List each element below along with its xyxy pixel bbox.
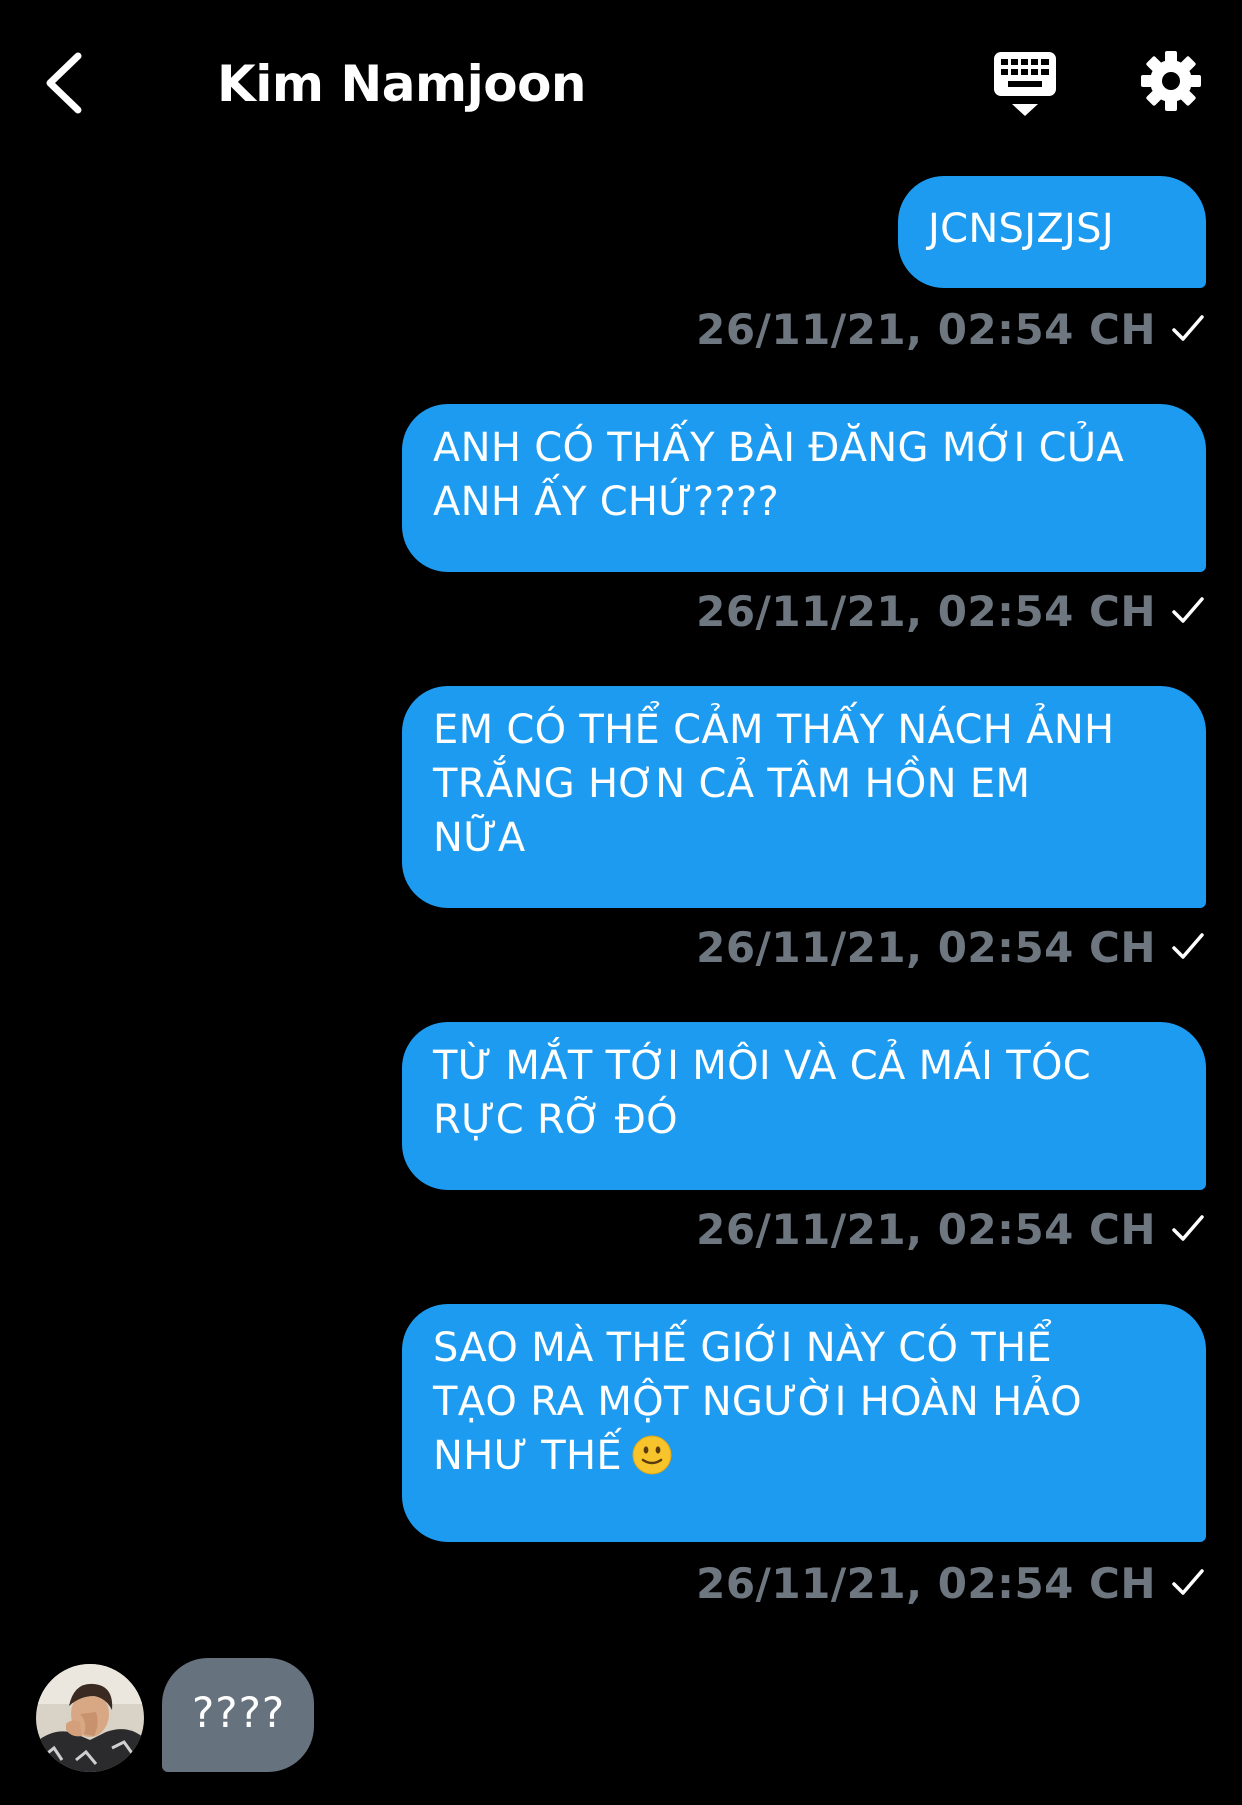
message-timestamp: 26/11/21, 02:54 CH xyxy=(696,1558,1156,1608)
chat-header: Kim Namjoon xyxy=(0,0,1242,160)
message-bubble-outgoing[interactable]: SAO MÀ THẾ GIỚI NÀY CÓ THỂ TẠO RA MỘT NG… xyxy=(402,1304,1206,1542)
message-timestamp: 26/11/21, 02:54 CH xyxy=(696,922,1156,972)
avatar[interactable] xyxy=(36,1664,144,1772)
message-bubble-outgoing[interactable]: JCNSJZJSJ xyxy=(898,176,1206,288)
message-meta: 26/11/21, 02:54 CH xyxy=(696,922,1206,972)
message-bubble-incoming[interactable]: ???? xyxy=(162,1658,314,1772)
checkmark-icon xyxy=(1172,597,1204,623)
message-timestamp: 26/11/21, 02:54 CH xyxy=(696,1204,1156,1254)
message-timestamp: 26/11/21, 02:54 CH xyxy=(696,586,1156,636)
keyboard-icon xyxy=(994,52,1056,116)
keyboard-button[interactable] xyxy=(992,50,1058,120)
checkmark-icon xyxy=(1172,1215,1204,1241)
message-bubble-outgoing[interactable]: ANH CÓ THẤY BÀI ĐĂNG MỚI CỦA ANH ẤY CHỨ?… xyxy=(402,404,1206,572)
chevron-left-icon xyxy=(46,52,82,114)
message-meta: 26/11/21, 02:54 CH xyxy=(696,304,1206,354)
message-text: SAO MÀ THẾ GIỚI NÀY CÓ THỂ TẠO RA MỘT NG… xyxy=(433,1325,1082,1479)
message-meta: 26/11/21, 02:54 CH xyxy=(696,586,1206,636)
message-timestamp: 26/11/21, 02:54 CH xyxy=(696,304,1156,354)
checkmark-icon xyxy=(1172,933,1204,959)
checkmark-icon xyxy=(1172,1569,1204,1595)
gear-icon xyxy=(1141,51,1201,111)
message-meta: 26/11/21, 02:54 CH xyxy=(696,1558,1206,1608)
message-bubble-outgoing[interactable]: EM CÓ THỂ CẢM THẤY NÁCH ẢNH TRẮNG HƠN CẢ… xyxy=(402,686,1206,908)
slightly-smiling-face-icon xyxy=(632,1435,672,1475)
settings-button[interactable] xyxy=(1140,50,1202,112)
checkmark-icon xyxy=(1172,315,1204,341)
message-bubble-outgoing[interactable]: TỪ MẮT TỚI MÔI VÀ CẢ MÁI TÓC RỰC RỠ ĐÓ xyxy=(402,1022,1206,1190)
back-button[interactable] xyxy=(40,48,90,118)
page-title: Kim Namjoon xyxy=(217,55,587,113)
message-meta: 26/11/21, 02:54 CH xyxy=(696,1204,1206,1254)
avatar-image xyxy=(36,1664,144,1772)
